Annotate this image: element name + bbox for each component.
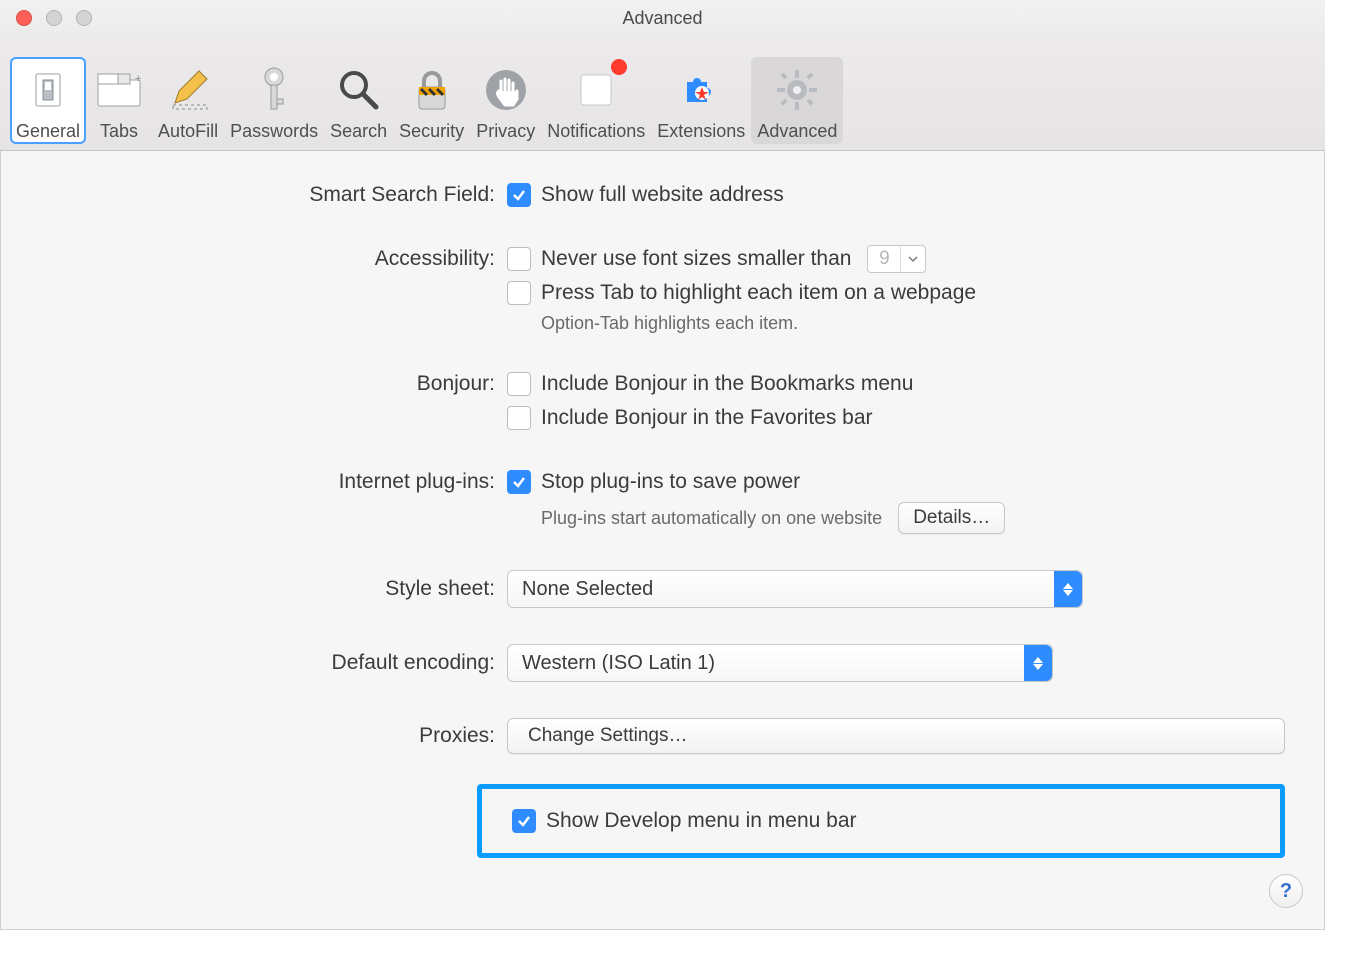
show-develop-menu-checkbox[interactable] <box>512 809 536 833</box>
show-full-address-label: Show full website address <box>541 181 784 209</box>
press-tab-label: Press Tab to highlight each item on a we… <box>541 279 976 307</box>
toolbar-label: Advanced <box>757 121 837 142</box>
pencil-icon <box>161 63 215 117</box>
advanced-pane: Smart Search Field: Show full website ad… <box>0 151 1325 906</box>
bonjour-bookmarks-label: Include Bonjour in the Bookmarks menu <box>541 370 913 398</box>
proxies-label: Proxies: <box>40 722 507 750</box>
show-full-address-checkbox[interactable] <box>507 183 531 207</box>
stylesheet-value: None Selected <box>522 578 653 601</box>
toolbar-notifications[interactable]: Notifications <box>541 57 651 144</box>
plugins-auto-note: Plug-ins start automatically on one webs… <box>541 508 882 529</box>
toolbar-autofill[interactable]: AutoFill <box>152 57 224 144</box>
preferences-toolbar: General + Tabs AutoFill Passwords Search <box>0 36 1325 151</box>
develop-menu-highlight: Show Develop menu in menu bar <box>477 784 1285 858</box>
switch-icon <box>21 63 75 117</box>
toolbar-label: Search <box>330 121 387 142</box>
toolbar-label: Extensions <box>657 121 745 142</box>
select-stepper-icon <box>1054 571 1082 607</box>
titlebar: Advanced <box>0 0 1325 36</box>
plugin-details-button[interactable]: Details… <box>898 502 1005 534</box>
toolbar-label: Security <box>399 121 464 142</box>
plugins-label: Internet plug-ins: <box>40 468 507 496</box>
magnifier-icon <box>332 63 386 117</box>
window-title: Advanced <box>0 8 1325 29</box>
stop-plugins-label: Stop plug-ins to save power <box>541 468 800 496</box>
preferences-window: Advanced General + Tabs AutoFill Passwor… <box>0 0 1325 930</box>
bonjour-favorites-checkbox[interactable] <box>507 406 531 430</box>
toolbar-label: Tabs <box>100 121 138 142</box>
option-tab-note: Option-Tab highlights each item. <box>507 313 1285 334</box>
toolbar-security[interactable]: Security <box>393 57 470 144</box>
select-stepper-icon <box>1024 645 1052 681</box>
press-tab-checkbox[interactable] <box>507 281 531 305</box>
toolbar-search[interactable]: Search <box>324 57 393 144</box>
gear-icon <box>770 63 824 117</box>
min-font-size-stepper[interactable]: 9 <box>867 245 926 273</box>
tabs-icon: + <box>92 63 146 117</box>
toolbar-label: Notifications <box>547 121 645 142</box>
puzzle-icon <box>674 63 728 117</box>
toolbar-passwords[interactable]: Passwords <box>224 57 324 144</box>
lock-icon <box>405 63 459 117</box>
key-icon <box>247 63 301 117</box>
encoding-select[interactable]: Western (ISO Latin 1) <box>507 644 1053 682</box>
bonjour-favorites-label: Include Bonjour in the Favorites bar <box>541 404 873 432</box>
toolbar-advanced[interactable]: Advanced <box>751 57 843 144</box>
toolbar-label: AutoFill <box>158 121 218 142</box>
toolbar-general[interactable]: General <box>10 57 86 144</box>
stop-plugins-checkbox[interactable] <box>507 470 531 494</box>
stylesheet-select[interactable]: None Selected <box>507 570 1083 608</box>
notification-badge-icon <box>611 59 627 75</box>
bonjour-bookmarks-checkbox[interactable] <box>507 372 531 396</box>
min-font-size-label: Never use font sizes smaller than <box>541 245 851 273</box>
toolbar-label: Privacy <box>476 121 535 142</box>
chevron-down-icon <box>900 246 925 272</box>
note-icon <box>569 63 623 117</box>
min-font-size-value: 9 <box>868 246 900 272</box>
toolbar-tabs[interactable]: + Tabs <box>86 57 152 144</box>
change-proxies-button[interactable]: Change Settings… <box>507 718 1285 754</box>
min-font-size-checkbox[interactable] <box>507 247 531 271</box>
accessibility-label: Accessibility: <box>40 245 507 273</box>
encoding-label: Default encoding: <box>40 649 507 677</box>
smart-search-label: Smart Search Field: <box>40 181 507 209</box>
show-develop-menu-label: Show Develop menu in menu bar <box>546 807 857 835</box>
help-button[interactable]: ? <box>1269 874 1303 908</box>
toolbar-label: General <box>16 121 80 142</box>
stylesheet-label: Style sheet: <box>40 575 507 603</box>
hand-circle-icon <box>479 63 533 117</box>
bonjour-label: Bonjour: <box>40 370 507 398</box>
svg-text:+: + <box>135 73 141 85</box>
encoding-value: Western (ISO Latin 1) <box>522 652 715 675</box>
toolbar-privacy[interactable]: Privacy <box>470 57 541 144</box>
toolbar-label: Passwords <box>230 121 318 142</box>
toolbar-extensions[interactable]: Extensions <box>651 57 751 144</box>
